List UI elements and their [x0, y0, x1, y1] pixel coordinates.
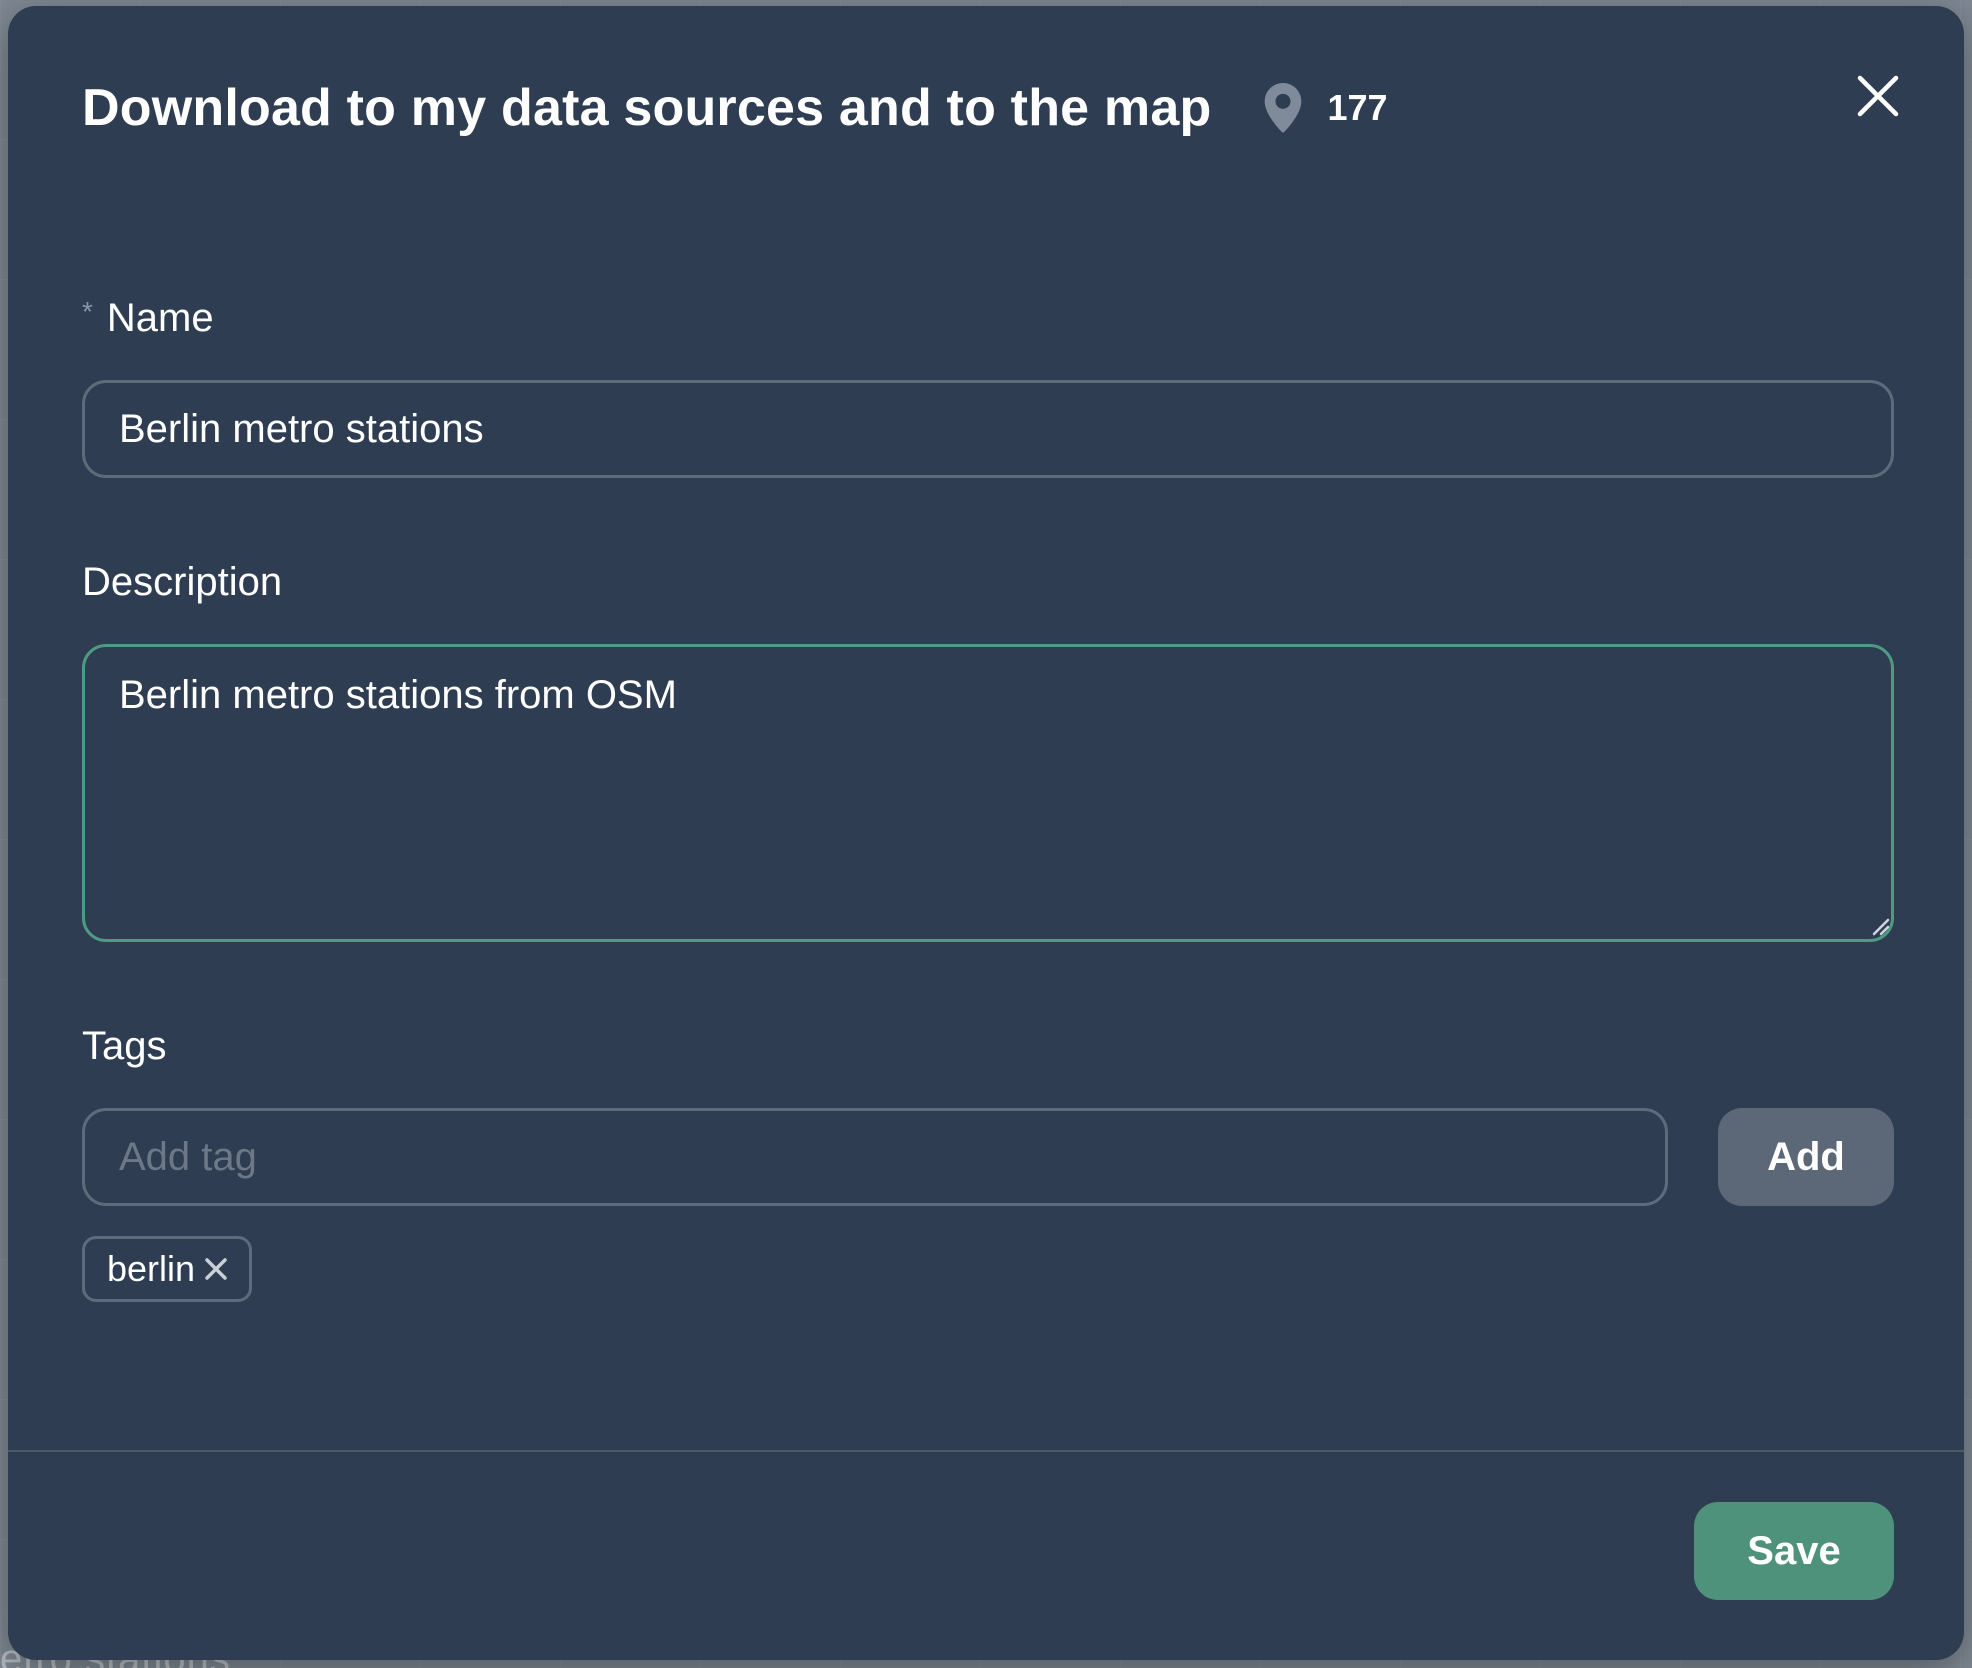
name-label: * Name — [82, 296, 214, 341]
remove-tag-button[interactable] — [203, 1256, 229, 1282]
download-modal: Download to my data sources and to the m… — [8, 6, 1964, 1660]
close-icon — [1857, 75, 1899, 117]
feature-count-value: 177 — [1327, 87, 1388, 128]
feature-count: 177 — [1263, 83, 1388, 133]
modal-header: Download to my data sources and to the m… — [82, 68, 1890, 148]
name-label-text: Name — [106, 296, 214, 340]
modal-title: Download to my data sources and to the m… — [82, 79, 1212, 137]
description-label: Description — [82, 560, 283, 604]
resize-handle-icon[interactable] — [1866, 912, 1890, 936]
footer-divider — [8, 1450, 1964, 1452]
tags-label: Tags — [82, 1024, 167, 1068]
save-button[interactable]: Save — [1694, 1502, 1894, 1600]
tag-chip-label: berlin — [107, 1248, 196, 1289]
name-input[interactable] — [82, 380, 1894, 478]
map-pin-icon — [1265, 83, 1302, 133]
tag-chip: berlin — [82, 1236, 253, 1302]
description-textarea[interactable]: Berlin metro stations from OSM — [82, 644, 1894, 942]
add-tag-button[interactable]: Add — [1718, 1108, 1894, 1206]
close-icon — [205, 1258, 227, 1280]
close-button[interactable] — [1854, 72, 1902, 120]
required-mark: * — [82, 296, 93, 327]
tag-input[interactable] — [82, 1108, 1668, 1206]
